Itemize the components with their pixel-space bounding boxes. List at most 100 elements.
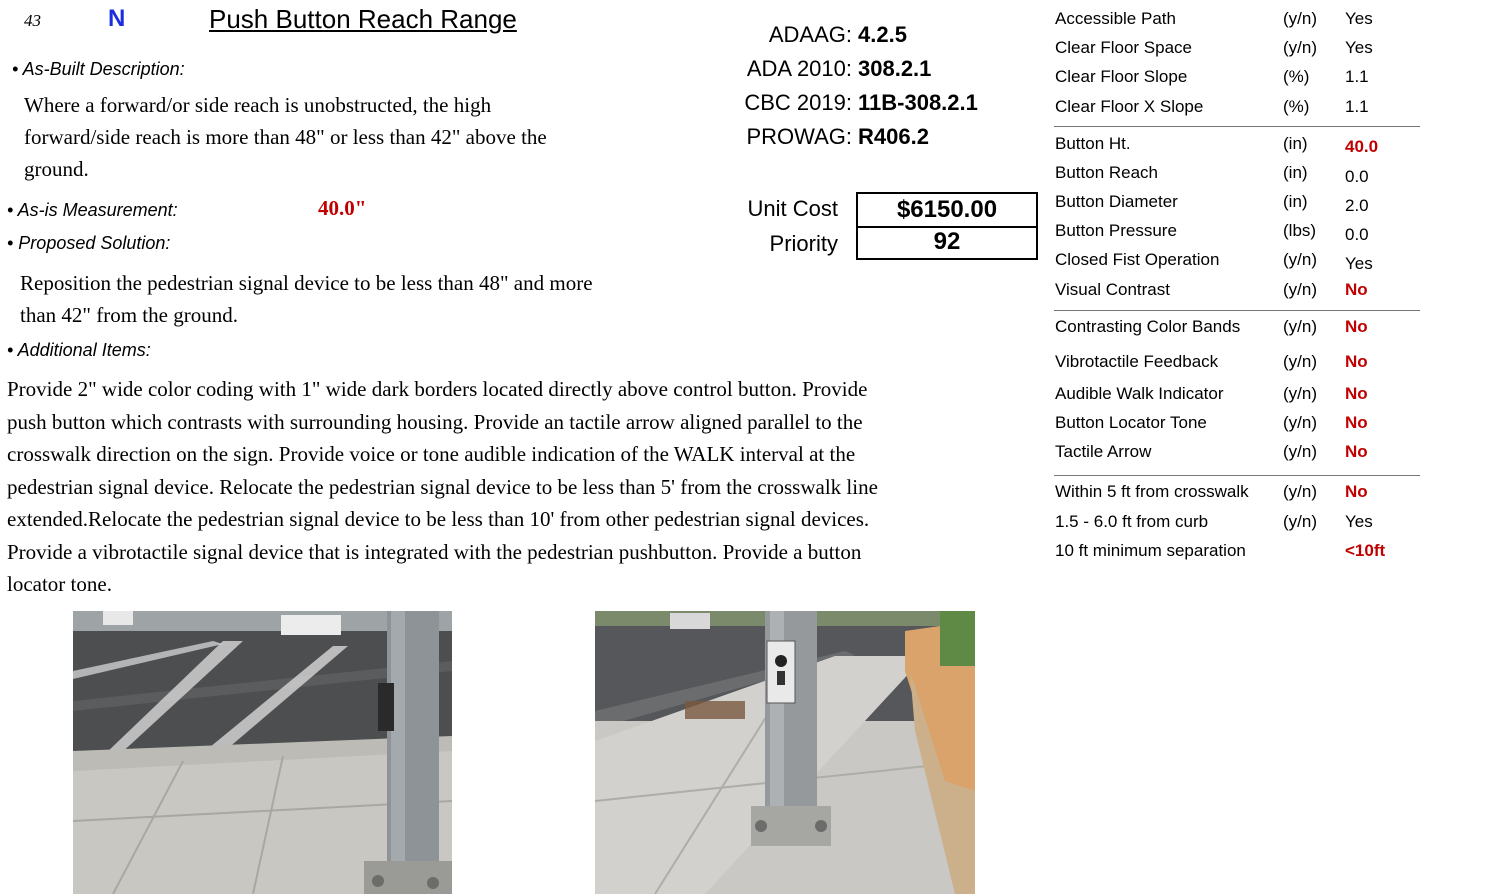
spec-row: Audible Walk Indicator (y/n) No: [1054, 384, 1420, 408]
spec-value: 1.1: [1345, 97, 1369, 116]
proposed-label: • Proposed Solution:: [7, 233, 171, 253]
spec-name: Visual Contrast: [1055, 280, 1170, 299]
spec-table: Accessible Path (y/n) Yes Clear Floor Spac…: [1054, 0, 1420, 580]
spec-unit: (y/n): [1283, 38, 1317, 57]
spec-value: <10ft: [1345, 541, 1386, 560]
spec-row: Button Pressure (lbs) 0.0: [1054, 221, 1420, 245]
unit-cost-value: $6150.00: [856, 192, 1038, 228]
spec-unit: (y/n): [1283, 280, 1317, 299]
spec-value: 1.1: [1345, 67, 1369, 86]
spec-unit: (y/n): [1283, 384, 1317, 403]
spec-name: Clear Floor Slope: [1055, 67, 1188, 86]
spec-unit: (in): [1283, 192, 1308, 211]
code-value: R406.2: [858, 124, 929, 149]
additional-line: Provide a vibrotactile signal device tha…: [7, 539, 862, 564]
additional-line: crosswalk direction on the sign. Provide…: [7, 442, 856, 466]
divider: [1054, 310, 1420, 311]
as-built-text-3: ground.: [24, 157, 89, 181]
spec-name: Button Ht.: [1055, 134, 1131, 153]
as-built-text-1: Where a forward/or side reach is unobstr…: [24, 93, 492, 117]
spec-row: Visual Contrast (y/n) No: [1054, 280, 1420, 304]
spec-row: Closed Fist Operation (y/n) Yes: [1054, 250, 1420, 274]
spec-name: 10 ft minimum separation: [1055, 541, 1246, 560]
additional-line: push button which contrasts with surroun…: [7, 409, 863, 434]
spec-unit: (y/n): [1283, 413, 1317, 432]
spec-row: Clear Floor Space (y/n) Yes: [1054, 38, 1420, 62]
spec-unit: (y/n): [1283, 9, 1317, 28]
spec-row: Accessible Path (y/n) Yes: [1054, 9, 1420, 33]
spec-name: Button Pressure: [1055, 221, 1177, 240]
proposed-text-2: than 42" from the ground.: [20, 303, 238, 327]
spec-unit: (in): [1283, 134, 1308, 153]
spec-name: Button Reach: [1055, 163, 1159, 182]
priority-value: 92: [856, 226, 1038, 260]
spec-value: No: [1345, 352, 1368, 371]
code-label: CBC 2019:: [744, 90, 852, 115]
spec-row: Within 5 ft from crosswalk (y/n) No: [1054, 482, 1420, 506]
divider: [1054, 126, 1420, 127]
code-references: ADAAG: 4.2.5 ADA 2010: 308.2.1 CBC 2019: 11…: [705, 22, 1005, 158]
spec-name: Closed Fist Operation: [1055, 250, 1220, 269]
spec-value: No: [1345, 384, 1368, 403]
spec-unit: (y/n): [1283, 352, 1317, 371]
additional-label: • Additional Items:: [7, 340, 151, 360]
unit-cost-label: Unit Cost: [747, 196, 838, 221]
measurement-value: 40.0": [318, 196, 367, 220]
divider: [1054, 475, 1420, 476]
code-row-prowag: PROWAG: R406.2: [705, 124, 1005, 158]
spec-name: Accessible Path: [1055, 9, 1176, 28]
spec-value: No: [1345, 482, 1368, 501]
spec-unit: (lbs): [1283, 221, 1317, 240]
spec-value: 40.0: [1345, 137, 1379, 156]
spec-name: Button Locator Tone: [1055, 413, 1207, 432]
spec-row: Contrasting Color Bands (y/n) No: [1054, 317, 1420, 341]
spec-value: Yes: [1345, 254, 1373, 273]
spec-row: Clear Floor Slope (%) 1.1: [1054, 67, 1420, 91]
spec-unit: (in): [1283, 163, 1308, 182]
spec-value: Yes: [1345, 512, 1373, 531]
as-built-label: • As-Built Description:: [12, 59, 185, 79]
spec-value: No: [1345, 317, 1368, 336]
spec-name: Clear Floor X Slope: [1055, 97, 1204, 116]
site-photo-1-image: [73, 611, 452, 894]
spec-name: Audible Walk Indicator: [1055, 384, 1224, 403]
additional-line: locator tone.: [7, 572, 112, 596]
spec-unit: (%): [1283, 67, 1310, 86]
spec-unit: (%): [1283, 97, 1310, 116]
spec-value: No: [1345, 442, 1368, 461]
spec-name: Vibrotactile Feedback: [1055, 352, 1219, 371]
code-value: 308.2.1: [858, 56, 932, 81]
additional-line: extended.Relocate the pedestrian signal …: [7, 507, 870, 531]
spec-unit: (y/n): [1283, 250, 1317, 269]
spec-row: Button Locator Tone (y/n) No: [1054, 413, 1420, 437]
spec-value: Yes: [1345, 38, 1373, 57]
additional-line: Provide 2" wide color coding with 1" wid…: [7, 377, 868, 401]
site-photo-2: [595, 611, 975, 894]
code-row-cbc2019: CBC 2019: 11B-308.2.1: [705, 90, 1005, 124]
measurement-label: • As-is Measurement:: [7, 200, 178, 220]
priority-label: Priority: [769, 231, 838, 256]
code-label: ADAAG:: [768, 22, 852, 47]
code-letter: N: [108, 5, 126, 32]
code-value: 4.2.5: [858, 22, 907, 47]
spec-value: 0.0: [1345, 167, 1369, 186]
spec-value: 2.0: [1345, 196, 1369, 215]
spec-row: 10 ft minimum separation <10ft: [1054, 541, 1420, 565]
page-title: Push Button Reach Range: [209, 4, 517, 34]
site-photo-2-image: [595, 611, 975, 894]
spec-row: Tactile Arrow (y/n) No: [1054, 442, 1420, 466]
spec-row: Vibrotactile Feedback (y/n) No: [1054, 352, 1420, 376]
spec-name: Clear Floor Space: [1055, 38, 1193, 57]
spec-unit: (y/n): [1283, 442, 1317, 461]
spec-unit: (y/n): [1283, 512, 1317, 531]
spec-unit: (y/n): [1283, 317, 1317, 336]
code-label: PROWAG:: [746, 124, 852, 149]
site-photo-1: [73, 611, 452, 894]
spec-value: No: [1345, 413, 1368, 432]
spec-row: Clear Floor X Slope (%) 1.1: [1054, 97, 1420, 121]
spec-row: 1.5 - 6.0 ft from curb (y/n) Yes: [1054, 512, 1420, 536]
additional-line: pedestrian signal device. Relocate the p…: [7, 474, 878, 499]
spec-row: Button Diameter (in) 2.0: [1054, 192, 1420, 216]
spec-value: No: [1345, 280, 1368, 299]
spec-row: Button Reach (in) 0.0: [1054, 163, 1420, 187]
